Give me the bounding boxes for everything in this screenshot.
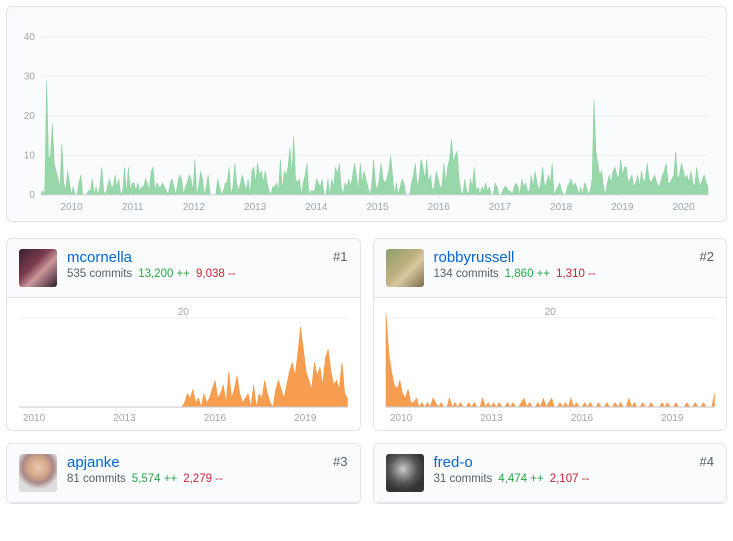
svg-text:20: 20 bbox=[178, 307, 190, 318]
contributor-sparkline: 20 2010 2013 2016 2019 bbox=[374, 298, 727, 430]
contributors-grid: mcornella 535 commits 13,200 ++ 9,038 -- #1 2… bbox=[6, 238, 727, 504]
contributor-info: robbyrussell 134 commits 1,860 ++ 1,310 -- bbox=[434, 249, 715, 280]
rank: #4 bbox=[700, 454, 714, 469]
contributor-card: fred-o 31 commits 4,474 ++ 2,107 -- #4 bbox=[373, 443, 728, 504]
svg-text:20: 20 bbox=[544, 307, 556, 318]
svg-text:0: 0 bbox=[29, 190, 35, 201]
svg-text:2014: 2014 bbox=[305, 202, 328, 213]
svg-text:2019: 2019 bbox=[294, 413, 317, 424]
rank: #1 bbox=[333, 249, 347, 264]
svg-text:2016: 2016 bbox=[428, 202, 451, 213]
svg-text:20: 20 bbox=[24, 111, 35, 122]
svg-text:2013: 2013 bbox=[113, 413, 136, 424]
commit-count: 535 commits bbox=[67, 268, 132, 280]
contributor-card: robbyrussell 134 commits 1,860 ++ 1,310 -- #… bbox=[373, 238, 728, 431]
svg-text:2012: 2012 bbox=[183, 202, 206, 213]
svg-text:2010: 2010 bbox=[389, 413, 412, 424]
additions: 4,474 ++ bbox=[498, 473, 543, 485]
svg-text:2018: 2018 bbox=[550, 202, 573, 213]
contributor-info: fred-o 31 commits 4,474 ++ 2,107 -- bbox=[434, 454, 715, 485]
contributor-stats: 81 commits 5,574 ++ 2,279 -- bbox=[67, 473, 348, 485]
contributor-info: apjanke 81 commits 5,574 ++ 2,279 -- bbox=[67, 454, 348, 485]
deletions: 2,279 -- bbox=[183, 473, 223, 485]
contributor-header: robbyrussell 134 commits 1,860 ++ 1,310 -- #… bbox=[374, 239, 727, 298]
avatar[interactable] bbox=[19, 249, 57, 287]
svg-text:2019: 2019 bbox=[611, 202, 634, 213]
svg-text:2016: 2016 bbox=[570, 413, 593, 424]
contributor-sparkline: 20 2010 2013 2016 2019 bbox=[7, 298, 360, 430]
commit-count: 81 commits bbox=[67, 473, 126, 485]
additions: 1,860 ++ bbox=[505, 268, 550, 280]
contributor-name-link[interactable]: fred-o bbox=[434, 454, 473, 471]
contributor-stats: 535 commits 13,200 ++ 9,038 -- bbox=[67, 268, 348, 280]
contributor-header: fred-o 31 commits 4,474 ++ 2,107 -- #4 bbox=[374, 444, 727, 503]
contributor-name-link[interactable]: mcornella bbox=[67, 249, 132, 266]
svg-text:2013: 2013 bbox=[480, 413, 503, 424]
deletions: 9,038 -- bbox=[196, 268, 236, 280]
contributor-info: mcornella 535 commits 13,200 ++ 9,038 -- bbox=[67, 249, 348, 280]
contributor-header: apjanke 81 commits 5,574 ++ 2,279 -- #3 bbox=[7, 444, 360, 503]
svg-text:2016: 2016 bbox=[204, 413, 227, 424]
svg-text:2010: 2010 bbox=[60, 202, 83, 213]
avatar[interactable] bbox=[386, 249, 424, 287]
additions: 13,200 ++ bbox=[138, 268, 190, 280]
svg-text:2015: 2015 bbox=[366, 202, 389, 213]
commit-count: 134 commits bbox=[434, 268, 499, 280]
rank: #3 bbox=[333, 454, 347, 469]
overall-commits-chart: 0 10 20 30 40 2010 2011 2012 2013 2014 2015 2016 201… bbox=[6, 6, 727, 222]
contributor-name-link[interactable]: apjanke bbox=[67, 454, 120, 471]
contributor-card: apjanke 81 commits 5,574 ++ 2,279 -- #3 bbox=[6, 443, 361, 504]
svg-text:2011: 2011 bbox=[122, 202, 144, 213]
svg-text:2020: 2020 bbox=[672, 202, 695, 213]
commit-count: 31 commits bbox=[434, 473, 493, 485]
svg-text:2010: 2010 bbox=[23, 413, 46, 424]
avatar[interactable] bbox=[386, 454, 424, 492]
svg-text:2017: 2017 bbox=[489, 202, 512, 213]
contributor-stats: 134 commits 1,860 ++ 1,310 -- bbox=[434, 268, 715, 280]
svg-text:40: 40 bbox=[24, 32, 35, 43]
deletions: 1,310 -- bbox=[556, 268, 596, 280]
svg-text:2019: 2019 bbox=[661, 413, 684, 424]
additions: 5,574 ++ bbox=[132, 473, 177, 485]
avatar[interactable] bbox=[19, 454, 57, 492]
svg-text:2013: 2013 bbox=[244, 202, 267, 213]
contributor-card: mcornella 535 commits 13,200 ++ 9,038 -- #1 2… bbox=[6, 238, 361, 431]
rank: #2 bbox=[700, 249, 714, 264]
deletions: 2,107 -- bbox=[550, 473, 590, 485]
contributor-header: mcornella 535 commits 13,200 ++ 9,038 -- #1 bbox=[7, 239, 360, 298]
contributor-stats: 31 commits 4,474 ++ 2,107 -- bbox=[434, 473, 715, 485]
svg-text:30: 30 bbox=[24, 71, 35, 82]
contributor-name-link[interactable]: robbyrussell bbox=[434, 249, 515, 266]
svg-text:10: 10 bbox=[24, 150, 35, 161]
